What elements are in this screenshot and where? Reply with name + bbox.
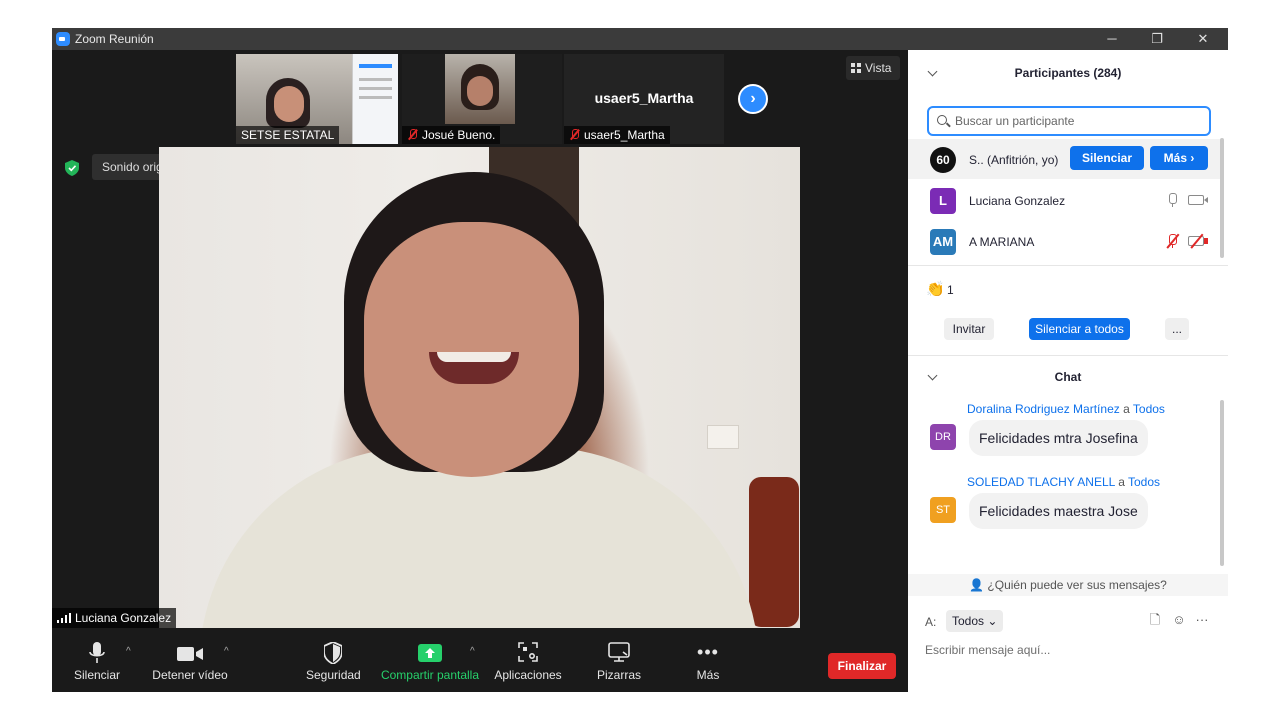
- message-sender: SOLEDAD TLACHY ANELL a Todos: [967, 475, 1161, 489]
- participant-row[interactable]: L Luciana Gonzalez: [908, 180, 1220, 220]
- side-panel: Participantes (284) Buscar un participan…: [908, 50, 1228, 692]
- share-options-chevron[interactable]: ^: [470, 646, 475, 657]
- participant-more-button[interactable]: Más ›: [1150, 146, 1208, 170]
- participant-name: Luciana Gonzalez: [969, 194, 1066, 208]
- active-speaker-name: Luciana Gonzalez: [52, 608, 177, 628]
- signal-bars-icon: [57, 613, 71, 623]
- more-dots-icon: •••: [697, 642, 719, 662]
- more-button[interactable]: ••• Más: [692, 642, 724, 682]
- participant-name: A MARIANA: [969, 235, 1035, 249]
- participant-row-host[interactable]: 60 S.. (Anfitrión, yo) Silenciar Más ›: [908, 139, 1220, 179]
- thumbnail-name: usaer5_Martha: [564, 126, 670, 144]
- avatar: L: [930, 188, 956, 214]
- message-bubble: Felicidades maestra Jose: [969, 493, 1148, 529]
- invite-button[interactable]: Invitar: [944, 318, 994, 340]
- chat-title: Chat: [1054, 370, 1082, 384]
- speaker-face: [364, 222, 579, 477]
- speaker-teeth: [437, 352, 511, 362]
- shared-screen-preview: [352, 54, 398, 144]
- window-title: Zoom Reunión: [75, 32, 154, 46]
- thumbnail-josue-bueno[interactable]: Josué Bueno.: [402, 54, 562, 144]
- video-stage: SETSE ESTATAL Josué Bueno. usaer5_Martha…: [52, 50, 908, 636]
- security-shield-icon: [323, 641, 343, 666]
- chat-scrollbar[interactable]: [1220, 400, 1224, 566]
- video-camera-icon: [1188, 195, 1208, 205]
- audio-options-chevron[interactable]: ^: [126, 646, 131, 657]
- minimize-button[interactable]: ─: [1098, 30, 1126, 48]
- microphone-icon: [1167, 193, 1177, 207]
- restore-button[interactable]: ❐: [1143, 30, 1171, 48]
- stop-video-button[interactable]: Detener vídeo: [152, 642, 228, 682]
- avatar: AM: [930, 229, 956, 255]
- view-button[interactable]: Vista: [846, 56, 900, 80]
- apps-button[interactable]: Aplicaciones: [493, 642, 563, 682]
- participant-row[interactable]: AM A MARIANA: [908, 221, 1220, 261]
- main-video: [159, 147, 800, 628]
- share-screen-icon: [418, 644, 442, 662]
- microphone-icon: [89, 642, 105, 663]
- thumbnail-name: Josué Bueno.: [402, 126, 501, 144]
- reaction-count: 1: [947, 283, 954, 297]
- divider: [908, 265, 1228, 266]
- message-bubble: Felicidades mtra Josefina: [969, 420, 1148, 456]
- thumbnail-usaer5-martha[interactable]: usaer5_Martha usaer5_Martha: [564, 54, 724, 144]
- search-icon: [937, 115, 947, 125]
- divider: [908, 355, 1228, 356]
- zoom-window: Zoom Reunión ─ ❐ ✕ SETSE ESTATAL Josué B…: [52, 28, 1228, 692]
- mic-muted-icon: [407, 129, 418, 140]
- zoom-logo-icon: [56, 32, 70, 46]
- security-button[interactable]: Seguridad: [306, 641, 361, 682]
- apps-icon: [518, 642, 538, 662]
- mute-button[interactable]: Silenciar: [74, 642, 120, 682]
- end-meeting-button[interactable]: Finalizar: [828, 653, 896, 679]
- meeting-toolbar: Silenciar ^ Detener vídeo ^ Seguridad Co…: [52, 636, 908, 692]
- close-button[interactable]: ✕: [1189, 30, 1217, 48]
- next-thumbnails-button[interactable]: ›: [738, 84, 768, 114]
- chat-more-icon[interactable]: ···: [1195, 613, 1209, 627]
- avatar: ST: [930, 497, 956, 523]
- whiteboards-button[interactable]: Pizarras: [595, 642, 643, 682]
- file-icon[interactable]: 🗋: [1148, 613, 1162, 627]
- participant-name: S.. (Anfitrión, yo): [969, 153, 1059, 167]
- clap-reaction-icon: 👏: [926, 281, 945, 298]
- chat-message-input[interactable]: Escribir mensaje aquí...: [925, 643, 1050, 657]
- wall-switch: [707, 425, 739, 449]
- thumbnail-video-feed: [445, 54, 515, 124]
- participant-search-input[interactable]: Buscar un participante: [927, 106, 1211, 136]
- grid-icon: [851, 63, 861, 73]
- emoji-icon[interactable]: ☺: [1172, 613, 1186, 627]
- people-icon: 👤: [969, 578, 988, 592]
- avatar: 60: [930, 147, 956, 173]
- thumbnail-name: SETSE ESTATAL: [236, 126, 340, 144]
- video-camera-icon: [177, 647, 203, 661]
- title-bar: Zoom Reunión ─ ❐ ✕: [52, 28, 1228, 50]
- participants-title: Participantes (284): [1014, 66, 1122, 80]
- whiteboard-icon: [608, 642, 630, 662]
- avatar: DR: [930, 424, 956, 450]
- recipient-label: A:: [925, 615, 937, 629]
- video-options-chevron[interactable]: ^: [224, 646, 229, 657]
- security-shield-icon: [65, 160, 79, 176]
- thumbnail-center-name: usaer5_Martha: [594, 90, 694, 106]
- share-screen-button[interactable]: Compartir pantalla: [380, 642, 480, 682]
- who-can-see-messages-link[interactable]: 👤 ¿Quién puede ver sus mensajes?: [908, 574, 1228, 596]
- thumbnail-setse-estatal[interactable]: SETSE ESTATAL: [236, 54, 398, 144]
- mute-all-button[interactable]: Silenciar a todos: [1029, 318, 1130, 340]
- chair: [749, 477, 799, 627]
- participants-scrollbar[interactable]: [1220, 138, 1224, 258]
- recipient-select[interactable]: Todos ⌄: [946, 610, 1004, 632]
- mute-participant-button[interactable]: Silenciar: [1070, 146, 1144, 170]
- participants-more-button[interactable]: ...: [1165, 318, 1189, 340]
- mic-muted-icon: [569, 129, 580, 140]
- message-sender: Doralina Rodriguez Martínez a Todos: [967, 402, 1165, 416]
